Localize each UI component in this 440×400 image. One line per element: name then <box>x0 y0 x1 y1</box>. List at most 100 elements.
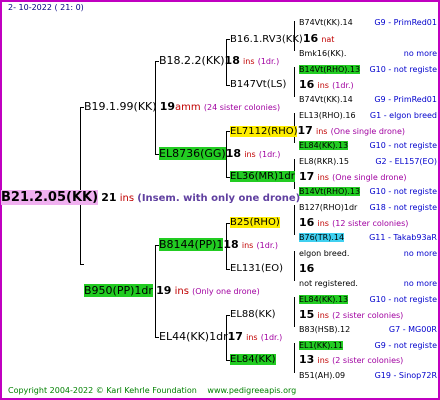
gen4-id: EL84(KK).13 <box>299 295 349 304</box>
gen4-row[interactable]: elgon breed. no more <box>299 246 439 262</box>
gen4-row[interactable]: B51(AH).09 G19 - Sinop72R <box>299 368 439 384</box>
gen4-id: EL13(RHO).16 <box>299 111 356 120</box>
gen3-count-line: 15 ins (2 sister colonies) <box>299 308 404 321</box>
root-id: B21.2.05(KK) <box>1 190 99 205</box>
gen4-row[interactable]: EL84(KK).13 G10 - not registe <box>299 292 439 308</box>
gen3-count-line: 16 <box>299 262 315 275</box>
gen2-node[interactable]: B18.2.2(KK)18 ins (1dr.) <box>159 53 279 69</box>
gen4-info: G9 - PrimRed01 <box>374 95 437 104</box>
footer: Copyright 2004-2022 © Karl Kehrle Founda… <box>8 383 296 399</box>
gen4-info: G1 - elgon breed <box>369 111 437 120</box>
gen1-lower-count: 19 <box>156 284 172 297</box>
gen3-id: B16.1.RV3(KK) <box>230 34 303 45</box>
gen1-upper-node[interactable]: B19.1.99(KK) 19amm (24 sister colonies) <box>84 99 280 115</box>
gen4-row[interactable]: B74Vt(KK).14 G9 - PrimRed01 <box>299 92 439 108</box>
gen2-notes: (1dr.) <box>258 150 281 159</box>
gen3-id: B147Vt(LS) <box>230 79 287 90</box>
gen4-info: no more <box>403 279 437 288</box>
gen3-node[interactable]: B16.1.RV3(KK)16 nat <box>230 31 334 47</box>
gen4-id: B127(RHO)1dr <box>299 203 358 212</box>
gen4-info: G10 - not registe <box>369 295 437 304</box>
gen3-node[interactable]: EL131(EO) <box>230 261 283 277</box>
gen3-count: 16 <box>302 32 319 45</box>
gen4-row[interactable]: B83(HSB).12 G7 - MG00R <box>299 322 439 338</box>
gen3-id: EL88(KK) <box>230 309 276 320</box>
gen4-info: G7 - MG00R <box>388 325 437 334</box>
gen3-id: EL131(EO) <box>230 263 283 274</box>
gen4-row[interactable]: B76(TR).14 G11 - Takab93aR <box>299 230 439 246</box>
connector-line <box>294 205 295 235</box>
gen1-upper-id: B19.1.99(KK) <box>84 100 157 113</box>
gen4-row[interactable]: B14Vt(RHO).13 G10 - not registe <box>299 184 439 200</box>
root-count: 21 <box>101 191 117 204</box>
root-node[interactable]: B21.2.05(KK) 21 ins (Insem. with only on… <box>1 190 300 206</box>
gen4-info: no more <box>403 249 437 258</box>
gen2-ins: ins <box>243 57 255 66</box>
website-link[interactable]: www.pedigreeapis.org <box>207 386 296 395</box>
gen1-upper-notes: (24 sister colonies) <box>203 103 281 112</box>
gen4-id: not registered. <box>299 279 358 288</box>
gen1-lower-ins: ins <box>174 286 189 297</box>
gen4-row[interactable]: B127(RHO)1dr G18 - not registe <box>299 200 439 216</box>
gen3-count-line: 16 ins (12 sister colonies) <box>299 216 409 229</box>
gen3-node[interactable]: EL88(KK) <box>230 307 276 323</box>
gen2-node[interactable]: EL44(KK)1dr17 ins (1dr.) <box>159 329 282 345</box>
connector-line <box>294 251 295 281</box>
gen4-row[interactable]: EL8(RKR).15 G2 - EL157(EO) <box>299 154 439 170</box>
gen3-node[interactable]: EL36(MR)1dr <box>230 169 295 185</box>
gen3-node[interactable]: EL7112(RHO)17 ins (One single drone) <box>230 123 405 139</box>
gen4-row[interactable]: Bmk16(KK). no more <box>299 46 439 62</box>
copyright-text: Copyright 2004-2022 © Karl Kehrle Founda… <box>8 386 197 395</box>
gen3-count-line: 16 ins (1dr.) <box>299 78 354 91</box>
gen2-ins: ins <box>246 333 258 342</box>
gen2-count: 18 <box>225 147 242 160</box>
gen4-info: G18 - not registe <box>369 203 437 212</box>
gen4-info: G10 - not registe <box>369 187 437 196</box>
gen3-id: B25(RHO) <box>230 217 280 228</box>
gen2-ins: ins <box>244 150 256 159</box>
gen4-info: no more <box>403 49 437 58</box>
gen4-row[interactable]: B74Vt(KK).14 G9 - PrimRed01 <box>299 15 439 31</box>
gen3-node[interactable]: B25(RHO) <box>230 215 280 231</box>
gen4-id: EL1(KK).11 <box>299 341 344 350</box>
gen4-id: B76(TR).14 <box>299 233 345 242</box>
gen2-node[interactable]: EL8736(GG)18 ins (1dr.) <box>159 146 280 162</box>
connector-line <box>80 264 84 265</box>
gen3-count-line: 13 ins (2 sister colonies) <box>299 353 404 366</box>
root-ins: ins <box>119 193 135 204</box>
gen4-info: G11 - Takab93aR <box>369 233 437 242</box>
gen3-node[interactable]: B147Vt(LS) <box>230 77 286 93</box>
gen4-id: Bmk16(KK). <box>299 49 347 58</box>
gen4-row[interactable]: EL13(RHO).16 G1 - elgon breed <box>299 108 439 124</box>
gen3-node[interactable]: EL84(KK) <box>230 352 276 368</box>
gen2-id: B18.2.2(KK) <box>159 54 225 67</box>
gen2-ins: ins <box>241 241 254 250</box>
gen2-node[interactable]: B8144(PP)118 ins (1dr.) <box>159 237 278 253</box>
gen4-row[interactable]: B14Vt(RHO).13 G10 - not registe <box>299 62 439 78</box>
gen2-id: B8144(PP)1 <box>159 238 224 251</box>
gen4-id: B74Vt(KK).14 <box>299 18 353 27</box>
gen4-row[interactable]: EL84(KK).13 G10 - not registe <box>299 138 439 154</box>
gen4-row[interactable]: EL1(KK).11 G9 - not registe <box>299 338 439 354</box>
gen3-ins: ins <box>315 127 328 136</box>
gen2-notes: (1dr.) <box>260 333 283 342</box>
gen4-info: G10 - not registe <box>369 141 437 150</box>
gen4-info: G2 - EL157(EO) <box>375 157 437 166</box>
gen3-id: EL84(KK) <box>230 354 276 365</box>
gen3-id: EL36(MR)1dr <box>230 171 295 182</box>
gen4-id: elgon breed. <box>299 249 350 258</box>
connector-line <box>294 297 295 327</box>
gen4-info: G10 - not registe <box>369 65 437 74</box>
connector-line <box>80 107 81 264</box>
gen1-lower-node[interactable]: B950(PP)1dr 19 ins (Only one drone) <box>84 283 260 299</box>
gen4-id: B14Vt(RHO).13 <box>299 65 361 74</box>
gen2-notes: (1dr.) <box>256 241 279 250</box>
gen4-id: B83(HSB).12 <box>299 325 351 334</box>
gen4-id: B51(AH).09 <box>299 371 346 380</box>
gen3-count: 17 <box>297 124 313 137</box>
gen3-ins: nat <box>321 35 335 44</box>
gen4-id: B14Vt(RHO).13 <box>299 187 361 196</box>
gen4-id: EL8(RKR).15 <box>299 157 349 166</box>
gen2-count: 18 <box>223 238 239 251</box>
gen4-row[interactable]: not registered. no more <box>299 276 439 292</box>
